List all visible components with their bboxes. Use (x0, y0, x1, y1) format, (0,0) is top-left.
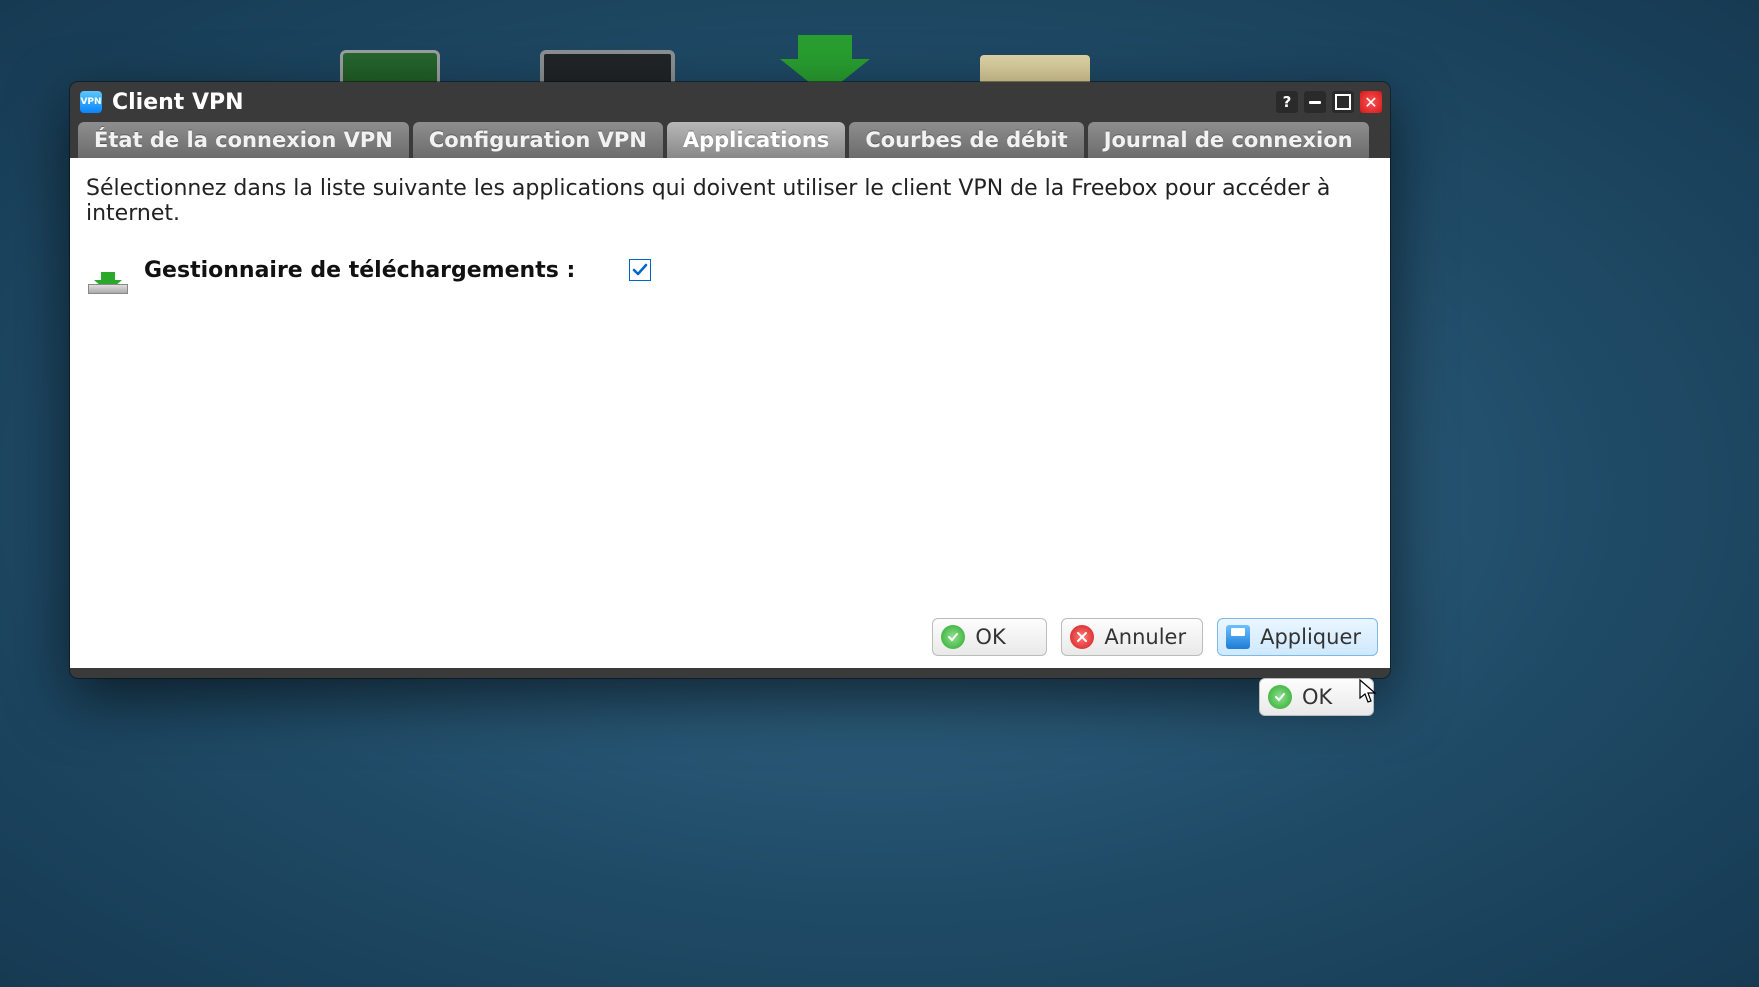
ok-icon (941, 625, 965, 649)
titlebar: VPN Client VPN ? ✕ (70, 82, 1390, 122)
tab-configuration[interactable]: Configuration VPN (413, 122, 663, 158)
close-button[interactable]: ✕ (1360, 91, 1382, 113)
ok-button[interactable]: OK (932, 618, 1047, 656)
cancel-button[interactable]: Annuler (1061, 618, 1203, 656)
app-icon: VPN (80, 91, 102, 113)
help-button[interactable]: ? (1276, 91, 1298, 113)
apply-button[interactable]: Appliquer (1217, 618, 1378, 656)
tab-connection-state[interactable]: État de la connexion VPN (78, 122, 409, 158)
tab-bandwidth-curves[interactable]: Courbes de débit (849, 122, 1083, 158)
footer-ok-button[interactable]: OK (1259, 678, 1374, 716)
ok-button-label: OK (975, 625, 1005, 649)
tab-bar: État de la connexion VPN Configuration V… (70, 122, 1390, 158)
download-manager-checkbox[interactable] (629, 259, 651, 281)
window-title: Client VPN (112, 90, 1276, 115)
cancel-button-label: Annuler (1104, 625, 1186, 649)
check-icon (632, 262, 648, 278)
app-row: Gestionnaire de téléchargements : (86, 248, 1374, 292)
download-manager-icon (86, 248, 130, 292)
footer-ok-button-label: OK (1302, 685, 1332, 709)
maximize-button[interactable] (1332, 91, 1354, 113)
minimize-button[interactable] (1304, 91, 1326, 113)
apply-button-label: Appliquer (1260, 625, 1361, 649)
vpn-client-window: VPN Client VPN ? ✕ État de la connexion … (70, 82, 1390, 678)
footer-ok-wrapper: OK (1259, 678, 1374, 716)
cancel-icon (1070, 625, 1094, 649)
instruction-text: Sélectionnez dans la liste suivante les … (86, 176, 1374, 226)
tab-applications[interactable]: Applications (667, 122, 845, 158)
tab-connection-log[interactable]: Journal de connexion (1088, 122, 1369, 158)
dialog-buttons: OK Annuler Appliquer (932, 618, 1378, 656)
app-row-label: Gestionnaire de téléchargements : (144, 258, 575, 283)
save-icon (1226, 625, 1250, 649)
window-controls: ? ✕ (1276, 91, 1382, 113)
ok-icon (1268, 685, 1292, 709)
content-pane: Sélectionnez dans la liste suivante les … (70, 158, 1390, 668)
